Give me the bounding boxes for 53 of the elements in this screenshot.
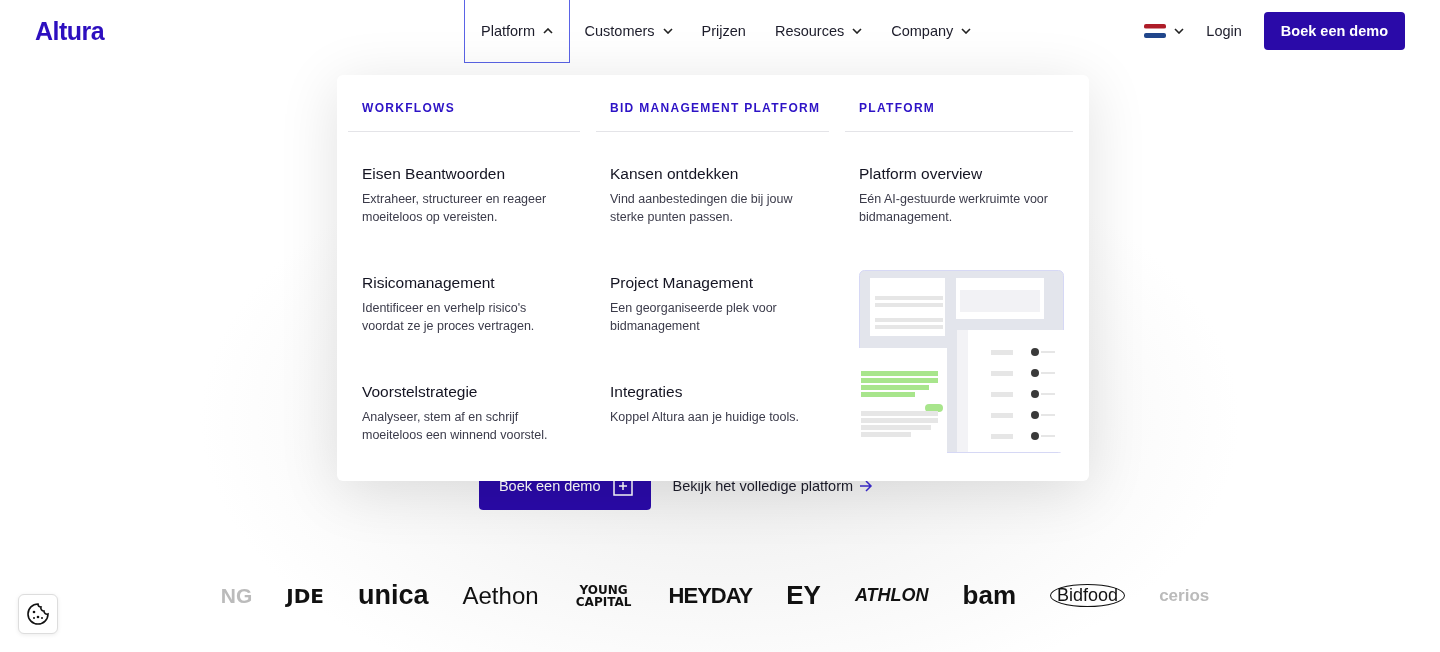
menu-item-description: Analyseer, stem af en schrijf moeiteloos een winnend voorstel. bbox=[362, 409, 549, 444]
arrow-right-icon bbox=[859, 480, 874, 492]
customer-logo: JDE bbox=[286, 583, 324, 608]
flag-icon bbox=[1144, 24, 1167, 38]
language-selector[interactable] bbox=[1144, 24, 1185, 38]
nav-item[interactable]: Platform bbox=[464, 0, 570, 63]
menu-item[interactable]: Kansen ontdekken Vind aanbestedingen die bij jouw sterke punten passen. bbox=[610, 165, 831, 226]
chevron-down-icon bbox=[852, 28, 863, 34]
menu-item-description: Koppel Altura aan je huidige tools. bbox=[610, 409, 801, 426]
customer-logo: HEYDAY bbox=[668, 582, 753, 609]
column-heading: WORKFLOWS bbox=[348, 75, 580, 132]
menu-item-description: Extraheer, structureer en reageer moeiteloos op vereisten. bbox=[362, 191, 548, 226]
demo-button[interactable]: Boek een demo bbox=[1263, 12, 1405, 50]
menu-item[interactable]: Eisen Beantwoorden Extraheer, structureer en reageer moeiteloos op vereisten. bbox=[362, 165, 582, 226]
customer-logo: EY bbox=[786, 580, 821, 611]
platform-link[interactable]: Bekijk het volledige platform bbox=[672, 478, 874, 494]
nav-item[interactable]: Company bbox=[876, 0, 986, 63]
nav-item[interactable]: Customers bbox=[570, 0, 688, 63]
menu-item-description: Een georganiseerde plek voor bidmanagement bbox=[610, 300, 778, 335]
customer-logo: ATHLON bbox=[854, 585, 929, 606]
menu-item-title: Risicomanagement bbox=[362, 274, 496, 292]
customer-logo: cerios bbox=[1159, 585, 1210, 606]
login-link[interactable]: Login bbox=[1206, 23, 1242, 39]
chevron-down-icon bbox=[1174, 28, 1185, 34]
menu-item-title: Voorstelstrategie bbox=[362, 383, 479, 401]
menu-item[interactable]: Platform overview Eén AI-gestuurde werkruimte voor bidmanagement. bbox=[859, 165, 1075, 226]
chevron-down-icon bbox=[662, 28, 673, 34]
nav-item[interactable]: Resources bbox=[760, 0, 877, 63]
menu-item-title: Eisen Beantwoorden bbox=[362, 165, 507, 183]
customer-logo: YOUNG CAPITAL bbox=[574, 583, 633, 608]
menu-item-title: Project Management bbox=[610, 274, 755, 292]
customer-logo: NG bbox=[220, 583, 253, 608]
menu-item[interactable]: Project Management Een georganiseerde plek voor bidmanagement bbox=[610, 274, 831, 335]
menu-item-description: Eén AI-gestuurde werkruimte voor bidmanagement. bbox=[859, 191, 1049, 226]
menu-item-title: Integraties bbox=[610, 383, 684, 401]
cookie-icon bbox=[26, 602, 50, 626]
column-heading: PLATFORM bbox=[845, 75, 1073, 132]
menu-item[interactable]: Risicomanagement Identificeer en verhelp risico's voordat ze je proces vertragen. bbox=[362, 274, 582, 335]
cookie-settings-button[interactable] bbox=[18, 594, 58, 634]
menu-item-description: Vind aanbestedingen die bij jouw sterke punten passen. bbox=[610, 191, 794, 226]
column-heading: BID MANAGEMENT PLATFORM bbox=[596, 75, 829, 132]
brand-logo[interactable]: Altura bbox=[35, 16, 464, 46]
menu-item[interactable]: Integraties Koppel Altura aan je huidige tools. bbox=[610, 383, 831, 426]
menu-item-description: Identificeer en verhelp risico's voordat ze je proces vertragen. bbox=[362, 300, 536, 335]
customer-logo: unica bbox=[358, 580, 429, 611]
nav-item[interactable]: Prijzen bbox=[687, 0, 761, 63]
menu-item-title: Platform overview bbox=[859, 165, 984, 183]
menu-item[interactable]: Voorstelstrategie Analyseer, stem af en schrijf moeiteloos een winnend voorstel. bbox=[362, 383, 582, 444]
customer-logo: bam bbox=[962, 580, 1017, 611]
menu-item-title: Kansen ontdekken bbox=[610, 165, 740, 183]
chevron-down-icon bbox=[961, 28, 972, 34]
customer-logo: Aethon bbox=[462, 581, 539, 610]
chevron-up-icon bbox=[543, 28, 553, 34]
